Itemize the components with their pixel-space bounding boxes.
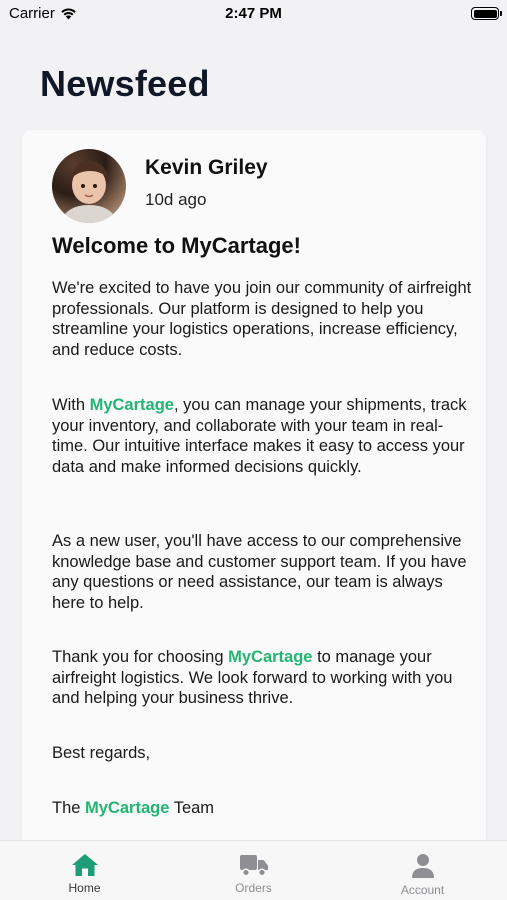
brand-name: MyCartage: [89, 396, 174, 414]
paragraph-text: The: [52, 799, 86, 817]
page-title: Newsfeed: [40, 63, 210, 104]
post-card[interactable]: Kevin Griley 10d ago Welcome to MyCartag…: [22, 130, 486, 860]
home-icon: [71, 854, 98, 876]
bottom-tab-bar: Home Orders Account: [0, 840, 507, 900]
tab-orders-label: Orders: [235, 881, 272, 895]
paragraph-text: Thank you for choosing: [52, 648, 229, 666]
user-icon: [411, 854, 434, 878]
battery-icon: [471, 7, 502, 20]
brand-name: MyCartage: [228, 648, 313, 666]
author-avatar[interactable]: [52, 149, 126, 223]
brand-name: MyCartage: [85, 799, 170, 817]
post-paragraph-4: Thank you for choosing MyCartage to mana…: [52, 647, 472, 709]
tab-account-label: Account: [400, 883, 445, 897]
tab-orders[interactable]: Orders: [169, 841, 338, 900]
tab-account[interactable]: Account: [338, 841, 507, 900]
post-signoff: Best regards,: [52, 744, 151, 762]
author-name[interactable]: Kevin Griley: [145, 156, 268, 180]
post-signature: The MyCartage Team: [52, 798, 472, 819]
avatar-photo-icon: [60, 161, 118, 223]
truck-icon: [239, 855, 268, 877]
post-paragraph-2: With MyCartage, you can manage your ship…: [52, 395, 472, 477]
post-timestamp: 10d ago: [145, 190, 207, 209]
status-bar: Carrier 2:47 PM: [0, 0, 507, 30]
paragraph-text: Team: [169, 799, 215, 817]
tab-home[interactable]: Home: [0, 841, 169, 900]
tab-home-label: Home: [68, 881, 101, 895]
post-paragraph-3: As a new user, you'll have access to our…: [52, 532, 467, 612]
paragraph-text: With: [52, 396, 90, 414]
newsfeed-screen: Carrier 2:47 PM Newsfeed Kevin Griley 10…: [0, 0, 507, 900]
status-time: 2:47 PM: [225, 5, 282, 22]
post-paragraph-1: We're excited to have you join our commu…: [52, 279, 472, 359]
post-title: Welcome to MyCartage!: [52, 233, 301, 258]
